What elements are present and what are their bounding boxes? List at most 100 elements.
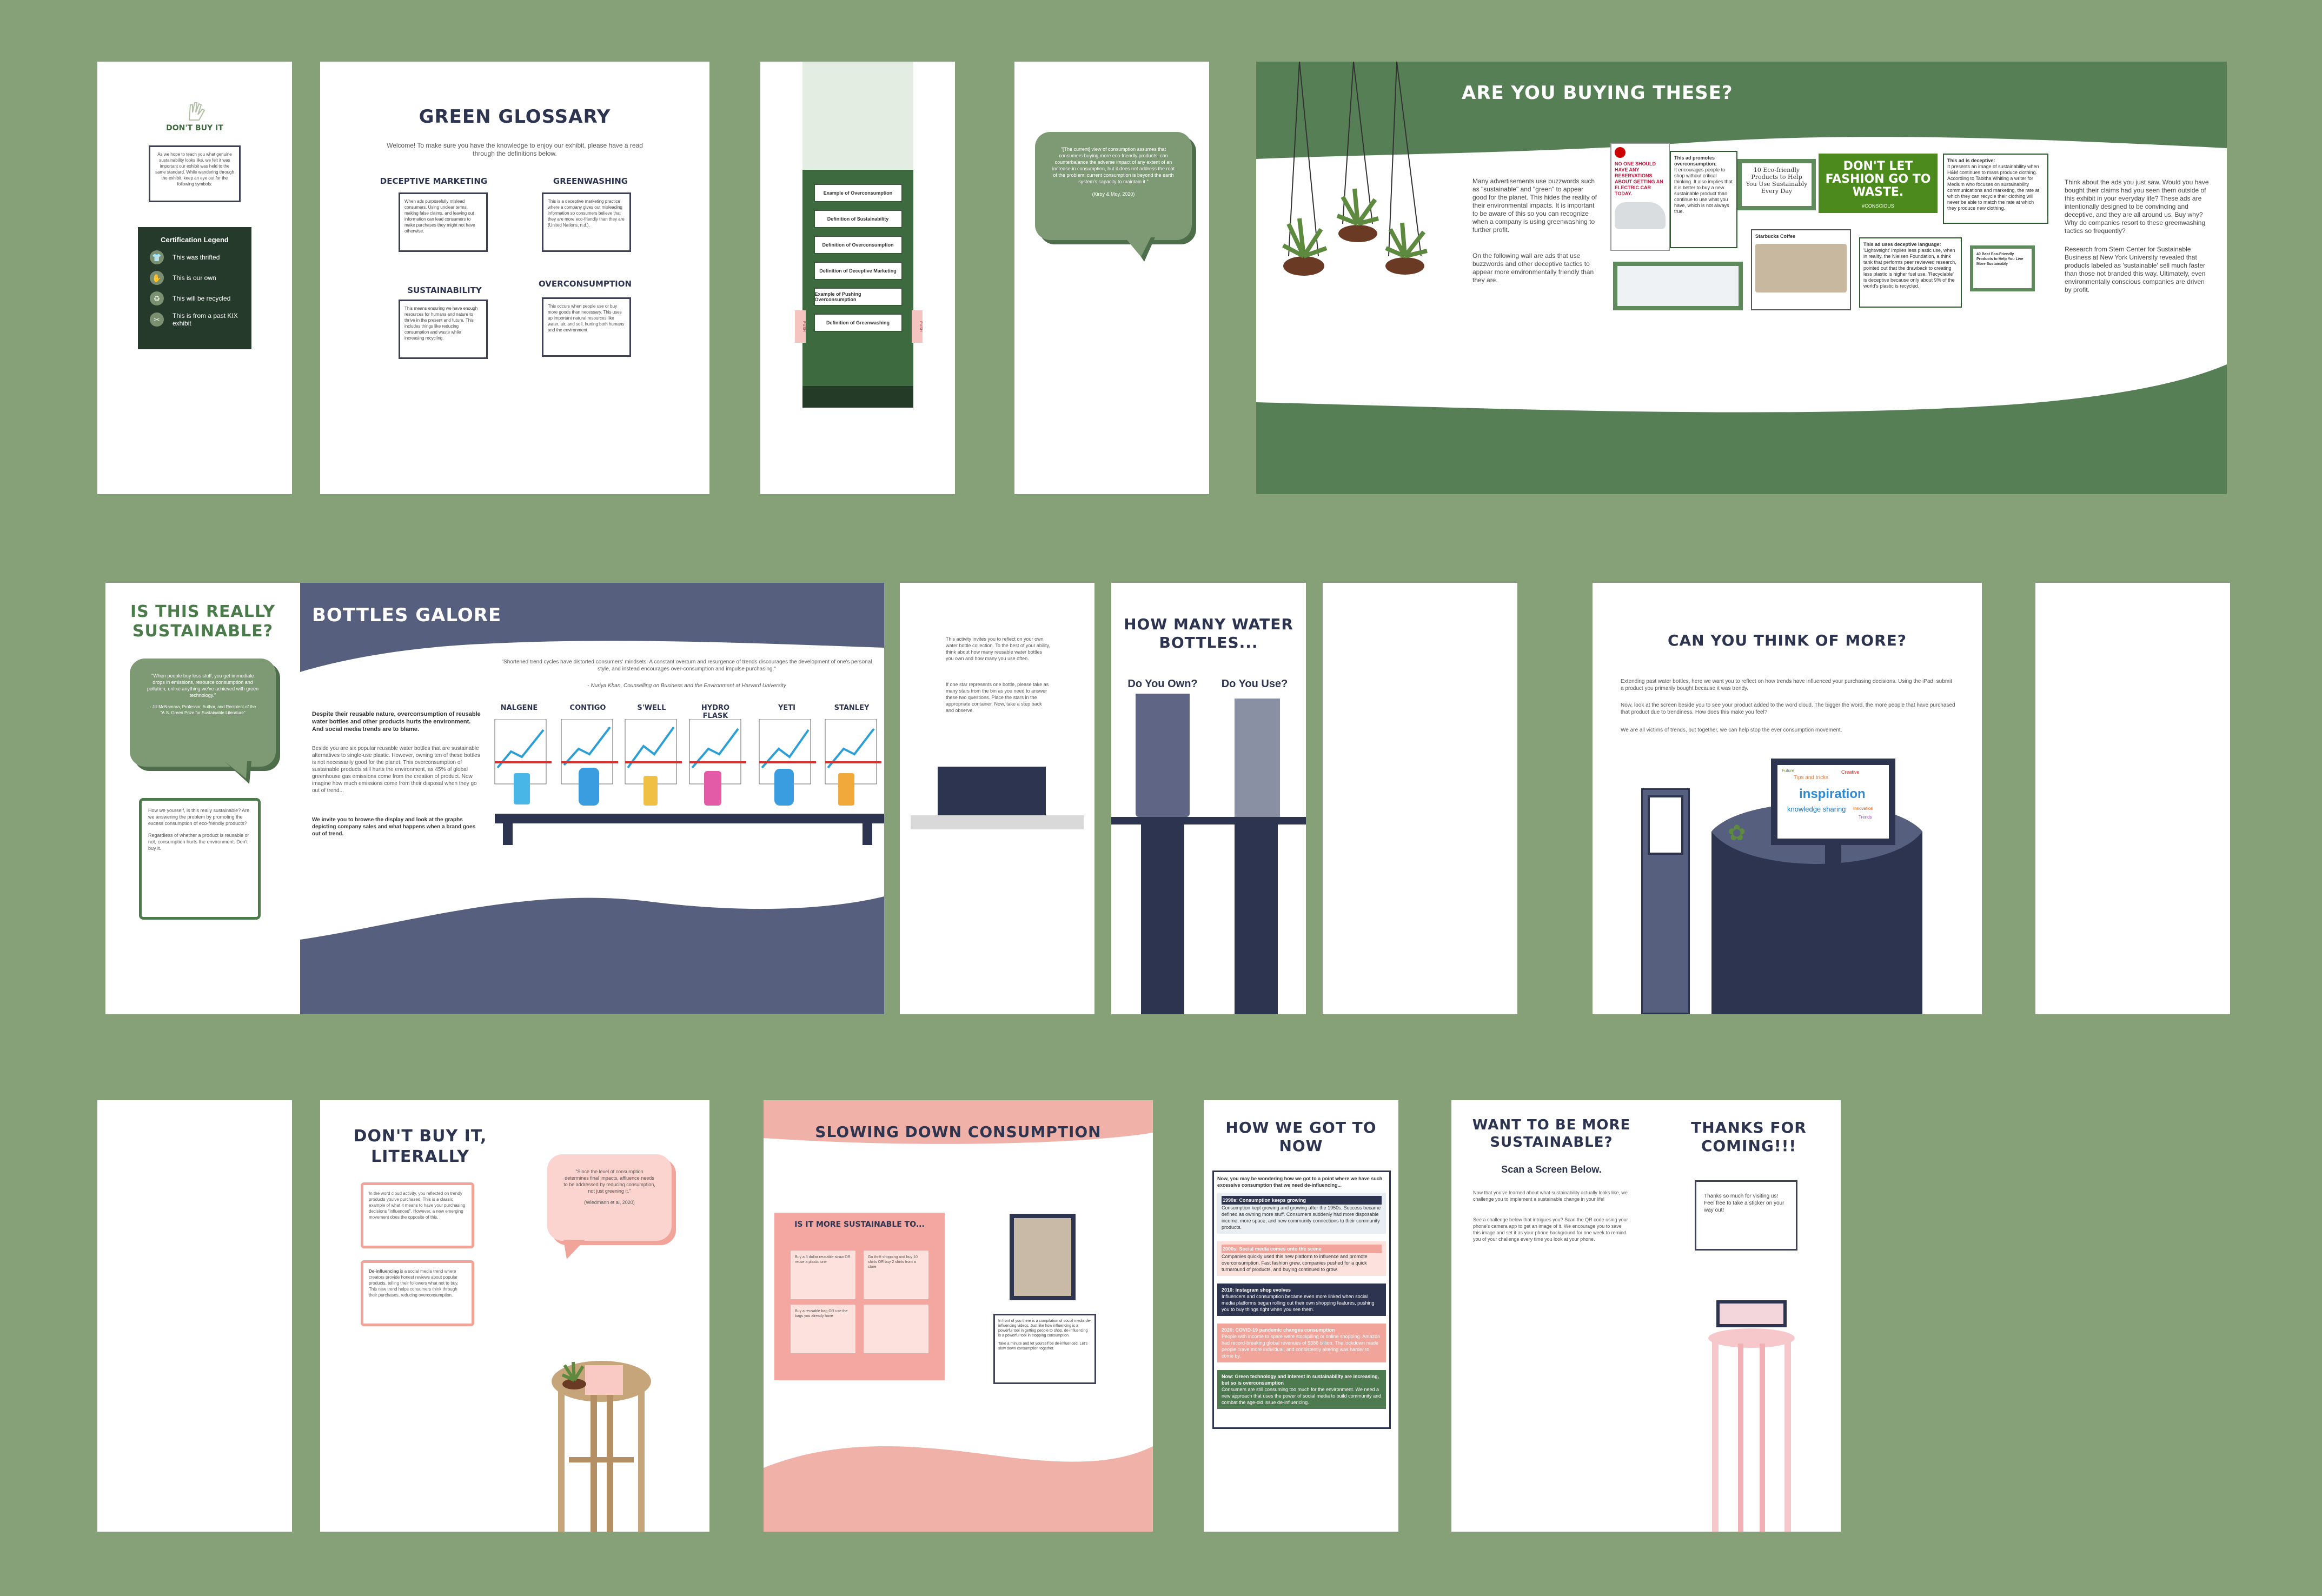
flip-card[interactable] (864, 1305, 928, 1353)
caption-text-2: Take a minute and let yourself be de-inf… (998, 1342, 1088, 1351)
legend-row-recycled: ♻ This will be recycled (150, 291, 240, 305)
tl-body: Companies quickly used this new platform… (1222, 1254, 1368, 1272)
term-definition: This is a deceptive marketing practice w… (542, 192, 631, 252)
legend-row-kix: ✂ This is from a past KIX exhibit (150, 312, 240, 327)
intro-text: As we hope to teach you what genuine sus… (149, 145, 241, 202)
tl-body: Consumption kept growing and growing aft… (1222, 1205, 1381, 1230)
tl-body: People with income to spare were stockpi… (1222, 1334, 1381, 1359)
panel-intro-legend: DON'T BUY IT As we hope to teach you wha… (97, 62, 292, 494)
panel-quote: "[The current] view of consumption assum… (1014, 62, 1209, 494)
button-definition-deceptive-marketing[interactable]: Definition of Deceptive Marketing (813, 262, 903, 280)
button-definition-sustainability[interactable]: Definition of Sustainability (813, 210, 903, 228)
qr-screen[interactable] (1720, 1304, 1783, 1324)
word-cloud: Tips and tricks inspiration knowledge sh… (1777, 765, 1889, 839)
panel-how-we-got-here: HOW WE GOT TO NOW Now, you may be wonder… (1204, 1100, 1398, 1532)
term-definition: This means ensuring we have enough resou… (399, 300, 488, 359)
ipad-stand[interactable] (1641, 788, 1690, 1014)
brand-label: NALGENE (500, 704, 538, 712)
ad-eco-text: 10 Eco-friendly Products to Help You Use… (1746, 167, 1808, 195)
tweet-image (1755, 244, 1847, 292)
ad-eco-products: 10 Eco-friendly Products to Help You Use… (1737, 159, 1816, 210)
term-definition: When ads purposefully mislead consumers.… (399, 192, 488, 252)
recycle-icon: ♻ (150, 291, 164, 305)
stand-left (1141, 824, 1184, 1014)
video-caption: In front of you there is a compilation o… (993, 1314, 1096, 1384)
instruction-1: Extending past water bottles, here we wa… (1621, 679, 1953, 691)
cloud-word-big: inspiration (1799, 787, 1866, 801)
qr-display[interactable] (1716, 1300, 1787, 1327)
paragraph-3: We invite you to browse the display and … (312, 817, 476, 837)
note-overconsumption: This ad promotes overconsumption: It enc… (1670, 151, 1737, 248)
note-title: This ad is deceptive: (1947, 158, 1995, 163)
panel-button-station: Example of Overconsumption Definition of… (760, 62, 955, 494)
thanks-title: THANKS FOR COMING!!! (1691, 1119, 1807, 1155)
instruction-2: Now, look at the screen beside you to se… (1621, 702, 1955, 715)
nissan-logo-icon (1615, 147, 1626, 158)
kit-icon: ✂ (150, 312, 164, 327)
ad-fashion-tag: #CONSCIOUS (1862, 203, 1894, 209)
tl-head: Now: Green technology and interest in su… (1222, 1374, 1379, 1386)
cloud-word: Tips and tricks (1794, 775, 1829, 781)
flip-card[interactable]: Buy a 5 dollar reusable straw OR reuse a… (791, 1251, 855, 1299)
side-table (552, 1361, 651, 1532)
legend-label: This is our own (173, 274, 216, 282)
page-title: SLOWING DOWN CONSUMPTION (815, 1123, 1102, 1141)
paragraph-2: Beside you are six popular reusable wate… (312, 746, 480, 794)
legend-row-thrifted: 👕 This was thrifted (150, 250, 240, 264)
table-leg-right (863, 823, 872, 845)
panel-is-this-sustainable: IS THIS REALLY SUSTAINABLE? "When people… (105, 583, 300, 1014)
cloud-word: knowledge sharing (1787, 805, 1846, 813)
button-definition-overconsumption[interactable]: Definition of Overconsumption (813, 236, 903, 254)
car-image (1615, 202, 1666, 229)
welcome-text: Welcome! To make sure you have the knowl… (387, 142, 643, 157)
flip-card[interactable]: Go thrift shopping and buy 10 shirts OR … (864, 1251, 928, 1299)
board-title: IS IT MORE SUSTAINABLE TO... (794, 1220, 925, 1229)
tl-head: 2010: Instagram shop evolves (1222, 1287, 1291, 1293)
note-deceptive: This ad is deceptive: It presents an ima… (1943, 154, 2048, 224)
bubble-tail (224, 761, 251, 784)
tl-head: 1990s: Consumption keeps growing (1222, 1196, 1382, 1205)
note-deceptive-language: This ad uses deceptive language: 'Lightw… (1859, 237, 1962, 308)
quote-cite: - Nuriya Khan, Counselling on Business a… (587, 683, 786, 689)
video-screen[interactable] (1010, 1214, 1076, 1300)
certification-legend: Certification Legend 👕 This was thrifted … (138, 227, 251, 349)
tl-body: Consumers are still consuming too much f… (1222, 1387, 1382, 1405)
panel-ads-wall: ARE YOU BUYING THESE? Many advertisement… (1256, 62, 2227, 494)
closing-text-2: See a challenge below that intrigues you… (1473, 1217, 1628, 1242)
left-text-1: Many advertisements use buzzwords such a… (1472, 177, 1597, 234)
bin-shelf (911, 815, 1084, 829)
button-example-pushing[interactable]: Example of Pushing Overconsumption (813, 288, 903, 306)
tube-own[interactable] (1136, 694, 1190, 817)
timeline-item-2010: 2010: Instagram shop evolves Influencers … (1217, 1284, 1386, 1316)
panel-blank-2 (2035, 583, 2230, 1014)
cloud-word: Creative (1841, 769, 1860, 775)
quote-bubble: "[The current] view of consumption assum… (1035, 132, 1192, 240)
tweet-name: Starbucks Coffee (1755, 234, 1796, 239)
plant-3-strings (1388, 62, 1422, 257)
timeline-board: Now, you may be wondering how we got to … (1212, 1171, 1391, 1429)
closing-text-1: Now that you've learned about what susta… (1473, 1190, 1628, 1202)
ad-eco-list: 40 Best Eco-Friendly Products to Help Yo… (1970, 245, 2035, 291)
star-bin (938, 767, 1046, 815)
ad-fashion: DON'T LET FASHION GO TO WASTE. #CONSCIOU… (1819, 154, 1938, 213)
button-definition-greenwashing[interactable]: Definition of Greenwashing (813, 314, 903, 332)
quote-cite: (Wiedmann et al, 2020) (584, 1200, 635, 1205)
plant-icon: ✿ (1728, 821, 1746, 845)
label-own: Do You Own? (1127, 678, 1198, 690)
logo-text: DON'T BUY IT (166, 124, 223, 132)
tube-use[interactable] (1235, 699, 1280, 817)
ipad-screen[interactable] (1648, 795, 1683, 855)
panel-blank-1 (1323, 583, 1517, 1014)
caption-text-1: In front of you there is a compilation o… (998, 1319, 1091, 1338)
flip-card[interactable]: Buy a reusable bag OR use the bags you a… (791, 1305, 855, 1353)
question-text-2: Regardless of whether a product is reusa… (148, 833, 249, 851)
page-title: BOTTLES GALORE (312, 604, 502, 626)
panel-bottles-galore: BOTTLES GALORE "Shortened trend cycles h… (300, 583, 884, 1014)
button-example-overconsumption[interactable]: Example of Overconsumption (813, 184, 903, 202)
panel-bottle-activity: This activity invites you to reflect on … (900, 583, 1094, 1014)
timeline-item-1990s: 1990s: Consumption keeps growing Consumpt… (1217, 1193, 1386, 1234)
page-title: ARE YOU BUYING THESE? (1462, 82, 1733, 104)
quote-bubble: "When people buy less stuff, you get imm… (130, 659, 276, 767)
quote-text: "[The current] view of consumption assum… (1052, 147, 1175, 184)
question-box: How we yourself, is this really sustaina… (139, 798, 261, 920)
